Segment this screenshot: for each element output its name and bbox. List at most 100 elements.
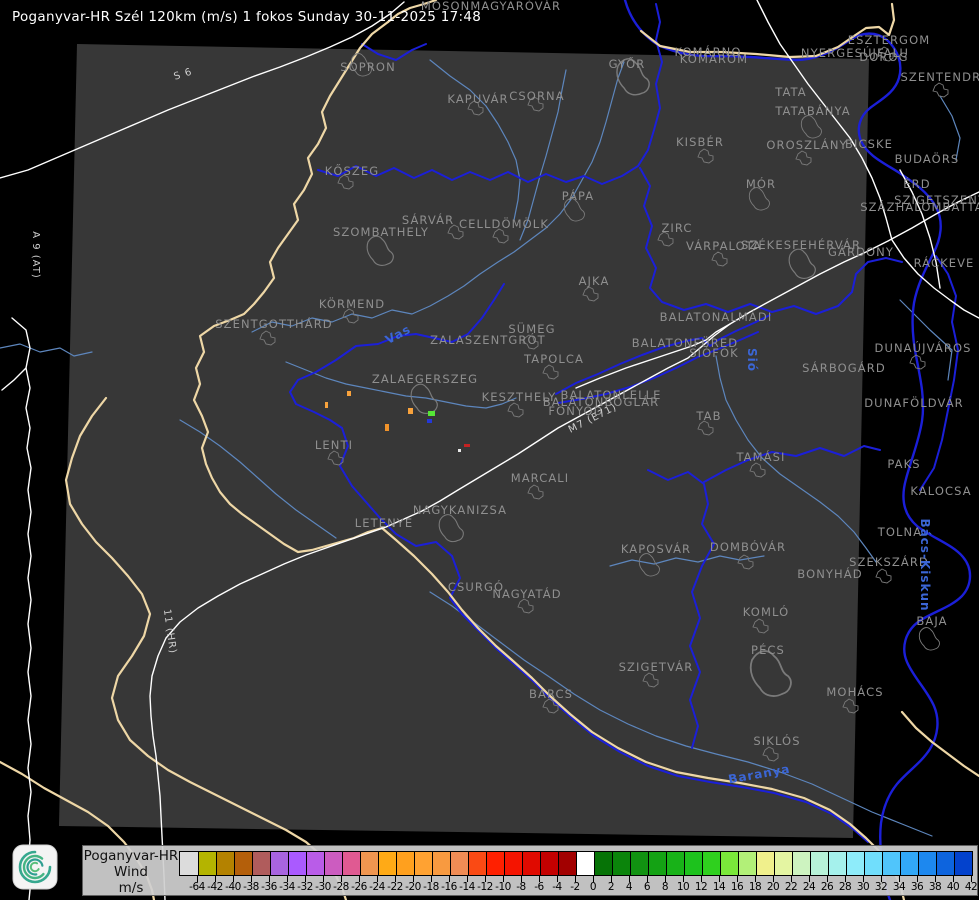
legend-cell: [198, 852, 216, 875]
legend-cell: [414, 852, 432, 875]
legend-cell: [378, 852, 396, 875]
city-label--rd: ÉRD: [903, 176, 930, 191]
city-label-lenti: LENTI: [315, 438, 353, 452]
city-label-moh-cs: MOHÁCS: [826, 684, 883, 699]
legend-cell: [432, 852, 450, 875]
legend-cell: [306, 852, 324, 875]
legend-cell: [486, 852, 504, 875]
legend-cell: [522, 852, 540, 875]
legend-cell: [558, 852, 576, 875]
city-label-g-rdony: GÁRDONY: [828, 244, 894, 259]
legend-cell: [666, 852, 684, 875]
legend-cell: [180, 852, 198, 875]
city-label-kisb-r: KISBÉR: [676, 134, 724, 149]
city-label-sz-zhalombatta: SZÁZHALOMBATTA: [860, 199, 979, 214]
city-label-tatab-nya: TATABÁNYA: [774, 103, 850, 118]
city-label-szombathely: SZOMBATHELY: [333, 225, 429, 239]
city-label-celld-m-lk: CELLDÖMÖLK: [459, 215, 549, 231]
legend-cell: [360, 852, 378, 875]
city-label-m-r: MÓR: [746, 176, 776, 191]
city-label-kom-rom: KOMÁROM: [680, 51, 748, 66]
legend-tick-label: 42: [958, 881, 979, 893]
city-label-kaposv-r: KAPOSVÁR: [621, 541, 691, 556]
legend-cell: [756, 852, 774, 875]
legend-title: Poganyvar-HR Wind m/s: [83, 848, 179, 896]
legend-cell: [828, 852, 846, 875]
city-label-szentendre: SZENTENDRE: [900, 70, 979, 84]
echo-dot: [408, 408, 413, 414]
city-label-sopron: SOPRON: [340, 60, 396, 74]
city-label-barcs: BARCS: [529, 687, 573, 701]
echo-dot: [464, 444, 470, 447]
legend-cell: [720, 852, 738, 875]
city-label-koml-: KOMLÓ: [743, 604, 789, 619]
city-label-tab: TAB: [695, 409, 721, 423]
legend-cell: [774, 852, 792, 875]
city-label-tapolca: TAPOLCA: [523, 352, 584, 366]
city-label-zalaegerszeg: ZALAEGERSZEG: [372, 372, 478, 386]
city-label-nagyat-d: NAGYATÁD: [492, 586, 561, 601]
legend-cell: [216, 852, 234, 875]
city-label-p-pa: PÁPA: [562, 188, 595, 203]
city-label-paks: PAKS: [887, 457, 920, 471]
map-canvas[interactable]: MOSONMAGYARÓVÁRSOPRONGYŐRKOMÁRNOKOMÁROMK…: [0, 0, 979, 900]
city-label-duna-jv-ros: DUNAÚJVÁROS: [875, 340, 972, 355]
city-label-p-cs: PÉCS: [751, 642, 785, 657]
city-label-kalocsa: KALOCSA: [910, 484, 971, 498]
city-label-k-rmend: KÖRMEND: [319, 295, 385, 311]
city-label-bonyh-d: BONYHÁD: [797, 566, 862, 581]
legend-cell: [702, 852, 720, 875]
city-label-sikl-s: SIKLÓS: [753, 733, 800, 748]
city-label-si-fok: SIÓFOK: [689, 345, 739, 360]
legend-cell: [954, 852, 972, 875]
legend-cell: [576, 852, 594, 875]
legend-cell: [396, 852, 414, 875]
weather-radar-app: MOSONMAGYARÓVÁRSOPRONGYŐRKOMÁRNOKOMÁROMK…: [0, 0, 979, 900]
legend-cell: [612, 852, 630, 875]
echo-dot: [458, 449, 461, 452]
city-label-kapuv-r: KAPUVÁR: [447, 91, 508, 106]
city-label-oroszl-ny: OROSZLÁNY: [766, 137, 847, 152]
legend-cell: [594, 852, 612, 875]
county-label-b-cs-kiskun: Bács-Kiskun: [918, 518, 932, 611]
city-label-dunaf-ldv-r: DUNAFÖLDVÁR: [864, 394, 964, 410]
legend-cell: [738, 852, 756, 875]
county-label-si-: Sió: [745, 348, 759, 372]
legend-panel: Poganyvar-HR Wind m/s -64-42-40-38-36-34…: [82, 845, 978, 896]
city-label-buda-rs: BUDAÖRS: [895, 150, 960, 166]
legend-cell: [792, 852, 810, 875]
road-label-a-9-at-: A 9 (AT): [30, 231, 41, 279]
legend-product-name: Poganyvar-HR: [83, 848, 179, 864]
legend-cell: [648, 852, 666, 875]
echo-dot: [347, 391, 351, 396]
legend-cell: [234, 852, 252, 875]
city-label-r-ckeve: RÁCKEVE: [914, 255, 975, 270]
legend-color-scale[interactable]: [179, 851, 973, 876]
city-label-marcali: MARCALI: [511, 471, 570, 485]
city-label-csorna: CSORNA: [509, 89, 564, 103]
city-label-domb-v-r: DOMBÓVÁR: [710, 539, 786, 554]
city-label-tolna: TOLNA: [877, 525, 922, 539]
legend-cell: [324, 852, 342, 875]
legend-cell: [288, 852, 306, 875]
city-label-dorog: DOROG: [859, 50, 908, 64]
legend-cell: [864, 852, 882, 875]
legend-field-name: Wind: [83, 864, 179, 880]
hurricane-spiral-logo[interactable]: [12, 844, 58, 890]
legend-cell: [846, 852, 864, 875]
legend-cell: [810, 852, 828, 875]
city-label-baja: BAJA: [916, 614, 947, 628]
legend-cell: [450, 852, 468, 875]
city-label-letenye: LETENYE: [355, 516, 414, 530]
city-label-tam-si: TAMÁSI: [735, 449, 785, 464]
city-label-zalaszentgr-t: ZALASZENTGRÓT: [430, 332, 546, 347]
legend-cell: [468, 852, 486, 875]
city-label-balatonalm-di: BALATONALMÁDI: [660, 309, 773, 324]
echo-dot: [385, 424, 389, 431]
legend-cell: [252, 852, 270, 875]
legend-cell: [630, 852, 648, 875]
legend-cell: [270, 852, 288, 875]
city-label-esztergom: ESZTERGOM: [848, 33, 931, 47]
city-label-nagykanizsa: NAGYKANIZSA: [413, 503, 507, 517]
city-label-zirc: ZIRC: [661, 221, 692, 235]
